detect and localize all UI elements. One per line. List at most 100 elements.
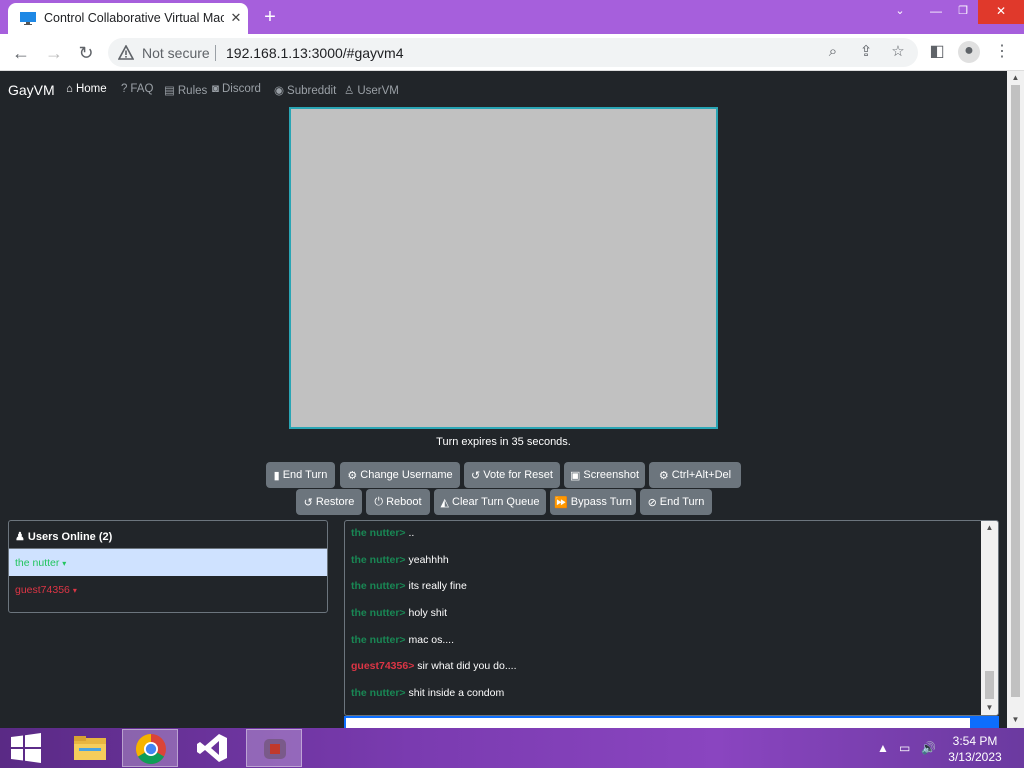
nav-home[interactable]: ⌂ Home <box>66 83 107 95</box>
users-online-header: ♟ Users Online (2) <box>9 521 327 549</box>
close-window-icon[interactable]: ✕ <box>978 0 1024 24</box>
caret-down-icon: ▾ <box>62 559 67 568</box>
back-icon[interactable]: ← <box>9 41 33 65</box>
send-button[interactable] <box>972 716 999 728</box>
end-turn-button[interactable]: ▮ End Turn <box>266 462 335 488</box>
home-icon: ⌂ <box>66 83 73 95</box>
chat-text: .. <box>408 527 415 539</box>
forward-icon[interactable]: → <box>42 41 66 65</box>
user-icon: ♙ <box>344 85 355 97</box>
reboot-label: Reboot <box>386 496 422 508</box>
not-secure-label[interactable]: Not secure <box>142 45 210 61</box>
share-icon[interactable]: ⇪ <box>857 43 875 61</box>
screenshot-button[interactable]: ▣ Screenshot <box>564 462 645 488</box>
nav-rules[interactable]: ▤ Rules <box>164 83 207 97</box>
zoom-icon[interactable]: ⌕ <box>824 43 842 61</box>
chat-text: sir what did you do.... <box>417 660 517 672</box>
url-text[interactable]: 192.168.1.13:3000/#gayvm4 <box>226 45 403 61</box>
user-name: the nutter <box>15 557 60 569</box>
profile-avatar-icon[interactable]: ● <box>958 41 980 63</box>
scroll-up-icon[interactable]: ▲ <box>981 521 998 535</box>
nav-subreddit-label: Subreddit <box>287 85 337 97</box>
page-scroll-down-icon[interactable]: ▼ <box>1007 713 1024 727</box>
vote-reset-button[interactable]: ↺ Vote for Reset <box>464 462 560 488</box>
new-tab-icon[interactable]: + <box>258 5 282 29</box>
chat-username: the nutter <box>351 687 400 699</box>
user-gear-icon: ⚙ <box>347 469 358 482</box>
page-scroll-up-icon[interactable]: ▲ <box>1007 71 1024 85</box>
end-turn-label: End Turn <box>282 469 328 481</box>
hourglass-icon: ▮ <box>273 469 280 482</box>
minimize-icon[interactable]: — <box>922 0 950 24</box>
nav-discord[interactable]: ◙ Discord <box>212 83 261 95</box>
site-brand[interactable]: GayVM <box>8 82 55 98</box>
clear-queue-label: Clear Turn Queue <box>452 496 540 508</box>
taskbar: ▲ ▭ 🔊 3:54 PM 3/13/2023 <box>0 728 1024 768</box>
chat-username: the nutter <box>351 580 400 592</box>
cog-icon: ⚙ <box>658 469 669 482</box>
chat-scroll-thumb[interactable] <box>985 671 994 699</box>
taskbar-visual-studio[interactable] <box>184 729 240 767</box>
chat-message: the nutter> yeahhhh <box>351 554 449 566</box>
restore-icon[interactable]: ❐ <box>950 0 976 24</box>
users-online-panel: ♟ Users Online (2) the nutter ▾ guest743… <box>8 520 328 613</box>
chat-username: the nutter <box>351 527 400 539</box>
windows-start-icon[interactable] <box>10 733 42 763</box>
tray-chevron-up-icon[interactable]: ▲ <box>877 741 889 755</box>
nav-faq[interactable]: ? FAQ <box>121 83 153 95</box>
discord-icon: ◙ <box>212 83 219 95</box>
user-name: guest74356 <box>15 584 70 596</box>
restore-button[interactable]: ↺ Restore <box>296 489 362 515</box>
reload-icon[interactable]: ↻ <box>74 41 98 65</box>
bypass-turn-button[interactable]: ⏩ Bypass Turn <box>550 489 636 515</box>
vote-reset-label: Vote for Reset <box>483 469 553 481</box>
taskbar-clock[interactable]: 3:54 PM 3/13/2023 <box>940 733 1010 765</box>
page-scroll-thumb[interactable] <box>1011 85 1020 697</box>
chat-username: the nutter <box>351 554 400 566</box>
user-row-selected[interactable]: the nutter ▾ <box>9 549 327 576</box>
folder-icon <box>74 736 106 760</box>
clock-date: 3/13/2023 <box>948 750 1002 764</box>
users-online-title: Users Online (2) <box>27 531 113 543</box>
tab-title: Control Collaborative Virtual Mac <box>44 11 224 25</box>
end-turn-button-2[interactable]: ⊘ End Turn <box>640 489 712 515</box>
nav-subreddit[interactable]: ◉ Subreddit <box>274 83 336 97</box>
browser-tab[interactable]: Control Collaborative Virtual Mac ✕ <box>8 3 248 34</box>
vm-app-icon <box>264 739 286 759</box>
camera-icon: ▣ <box>569 469 581 482</box>
warning-icon <box>118 45 134 60</box>
reboot-button[interactable]: ⏻ Reboot <box>366 489 430 515</box>
volume-icon[interactable]: 🔊 <box>921 741 936 755</box>
chat-scrollbar[interactable]: ▲ ▼ <box>981 521 998 715</box>
chat-text: yeahhhh <box>408 554 449 566</box>
chat-panel[interactable]: the nutter> .. the nutter> yeahhhh the n… <box>344 520 999 716</box>
nav-uservm[interactable]: ♙ UserVM <box>344 83 399 97</box>
clock-time: 3:54 PM <box>952 734 998 748</box>
taskbar-file-explorer[interactable] <box>62 729 118 767</box>
question-icon: ? <box>121 83 128 95</box>
page-scrollbar[interactable]: ▲ ▼ <box>1007 71 1024 728</box>
change-username-button[interactable]: ⚙ Change Username <box>340 462 460 488</box>
vm-display[interactable] <box>289 107 718 429</box>
tab-search-icon[interactable]: ⌄ <box>886 0 914 24</box>
chat-message: the nutter> holy shit <box>351 607 448 619</box>
tab-close-icon[interactable]: ✕ <box>228 10 244 26</box>
nav-discord-label: Discord <box>221 83 261 95</box>
ctrl-alt-del-button[interactable]: ⚙ Ctrl+Alt+Del <box>649 462 741 488</box>
menu-kebab-icon[interactable]: ⋮ <box>992 42 1012 62</box>
scroll-down-icon[interactable]: ▼ <box>981 701 998 715</box>
side-panel-icon[interactable]: ◧ <box>927 42 947 62</box>
nav-home-label: Home <box>75 83 107 95</box>
chat-message: guest74356> sir what did you do.... <box>351 660 517 672</box>
monitor-icon <box>20 12 36 25</box>
address-bar[interactable]: Not secure 192.168.1.13:3000/#gayvm4 ⌕ ⇪… <box>108 38 918 67</box>
undo-icon: ↺ <box>303 496 313 509</box>
bookmark-star-icon[interactable]: ☆ <box>889 43 907 61</box>
taskbar-app-vm[interactable] <box>246 729 302 767</box>
browser-titlebar: Control Collaborative Virtual Mac ✕ + ⌄ … <box>0 0 1024 34</box>
chat-input[interactable] <box>344 716 972 728</box>
taskbar-chrome[interactable] <box>122 729 178 767</box>
network-icon[interactable]: ▭ <box>899 741 910 755</box>
clear-queue-button[interactable]: ◭ Clear Turn Queue <box>434 489 546 515</box>
user-row[interactable]: guest74356 ▾ <box>9 576 327 603</box>
